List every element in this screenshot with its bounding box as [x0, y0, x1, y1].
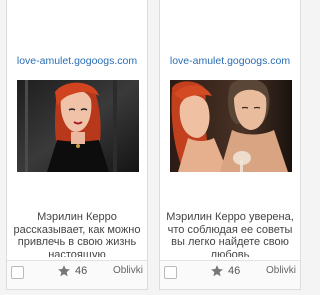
ad-photo-woman-red-hair — [17, 80, 139, 172]
ad-widget: love-amulet.gogoogs.com Мэрилин Керро ра… — [0, 0, 310, 295]
ad-teaser-text[interactable]: Мэрилин Керро уверена, что соблюдая ее с… — [164, 211, 296, 257]
ad-photo-couple — [170, 80, 292, 172]
select-checkbox[interactable] — [164, 266, 177, 279]
star-icon — [57, 264, 71, 278]
ad-card-footer: 46 Oblivki — [7, 260, 147, 289]
ad-image[interactable] — [170, 80, 292, 172]
ad-source-link[interactable]: love-amulet.gogoogs.com — [7, 55, 147, 67]
oblivki-brand-link[interactable]: Oblivki — [266, 265, 296, 276]
select-checkbox[interactable] — [11, 266, 24, 279]
star-icon — [210, 264, 224, 278]
ad-card-footer: 46 Oblivki — [160, 260, 300, 289]
ad-image[interactable] — [17, 80, 139, 172]
ad-card[interactable]: love-amulet.gogoogs.com — [6, 0, 148, 290]
ad-teaser-text[interactable]: Мэрилин Керро рассказывает, как можно пр… — [11, 211, 143, 257]
ad-card[interactable]: love-amulet.gogoogs.com — [159, 0, 301, 290]
rating-count: 46 — [75, 265, 88, 277]
rating-count: 46 — [228, 265, 241, 277]
oblivki-brand-link[interactable]: Oblivki — [113, 265, 143, 276]
ad-source-link[interactable]: love-amulet.gogoogs.com — [160, 55, 300, 67]
